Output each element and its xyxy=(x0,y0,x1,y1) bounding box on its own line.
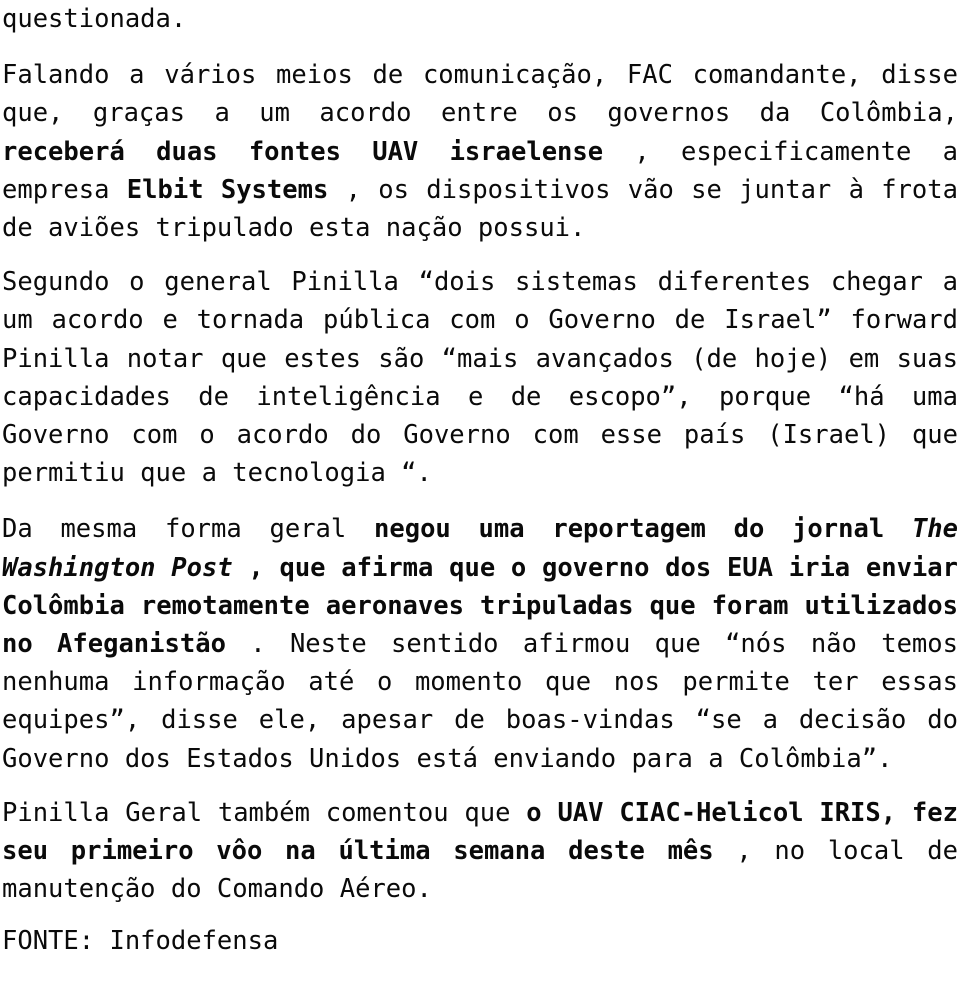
source-attribution-text: FONTE: Infodefensa xyxy=(2,926,279,957)
paragraph-4: Pinilla Geral também comentou que o UAV … xyxy=(2,794,958,909)
p1-seg-1-bold: receberá duas fontes UAV israelense xyxy=(2,136,604,167)
p1-seg-3-bold: Elbit Systems xyxy=(126,174,329,205)
document-body: questionada. Falando a vários meios de c… xyxy=(0,0,960,961)
p3-seg-0: Da mesma forma geral xyxy=(2,514,375,545)
p4-seg-0: Pinilla Geral também comentou que xyxy=(2,797,527,828)
p1-seg-0: Falando a vários meios de comunicação, F… xyxy=(2,60,958,129)
paragraph-2: Segundo o general Pinilla “dois sistemas… xyxy=(2,263,958,492)
paragraph-1: Falando a vários meios de comunicação, F… xyxy=(2,56,958,247)
source-attribution: FONTE: Infodefensa xyxy=(2,922,958,960)
orphan-line: questionada. xyxy=(2,0,958,38)
document-page: questionada. Falando a vários meios de c… xyxy=(0,0,960,985)
p3-seg-1-bold: negou uma reportagem do jornal xyxy=(374,514,912,545)
p2-seg-0: Segundo o general Pinilla “dois sistemas… xyxy=(2,267,958,489)
paragraph-3: Da mesma forma geral negou uma reportage… xyxy=(2,510,958,777)
orphan-line-text: questionada. xyxy=(2,4,187,34)
